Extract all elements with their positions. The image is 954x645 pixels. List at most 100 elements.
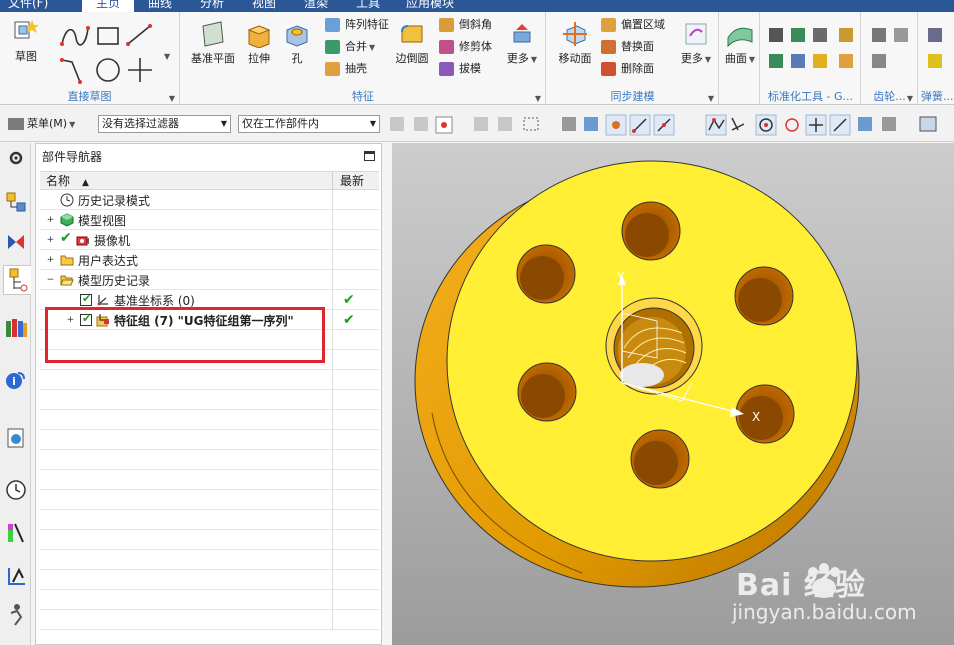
menu-tab-analysis[interactable]: 分析	[200, 0, 224, 12]
resource-history-tab[interactable]	[3, 475, 29, 505]
model-views-icon	[60, 213, 74, 227]
process-studio-icon	[8, 567, 25, 585]
sketch-more-chevron-icon[interactable]: ▼	[164, 52, 170, 61]
move-face-icon	[563, 22, 587, 46]
menu-tab-tools[interactable]: 工具	[356, 0, 380, 12]
delete-face-button[interactable]: 删除面	[601, 60, 654, 78]
sketch-curve-tools-icon[interactable]	[58, 22, 158, 88]
axis-y-label: Y	[616, 270, 625, 284]
group-label: 直接草图	[67, 90, 112, 103]
sync-more-button[interactable]: 更多 ▼	[679, 20, 713, 66]
resource-system-materials-tab[interactable]	[3, 517, 29, 547]
group-dropdown-icon[interactable]: ▼	[907, 94, 913, 103]
shell-button[interactable]: 抽壳	[325, 60, 367, 78]
check-icon: ✔	[60, 230, 72, 246]
graphics-window[interactable]: Y X	[392, 143, 954, 645]
flange-part-model[interactable]: Y X	[392, 143, 954, 645]
group-dropdown-icon[interactable]: ▼	[535, 94, 541, 103]
offset-region-label: 偏置区域	[621, 18, 665, 31]
resource-assembly-navigator-tab[interactable]	[3, 187, 29, 217]
tree-row-model-history[interactable]: − 模型历史记录	[40, 270, 379, 290]
replace-face-icon	[601, 40, 616, 54]
column-divider	[332, 230, 333, 250]
resource-process-studio-tab[interactable]	[3, 561, 29, 591]
visibility-checkbox[interactable]: ✔	[80, 292, 92, 306]
delete-face-label: 删除面	[621, 62, 654, 75]
menu-tab-file[interactable]: 文件(F)	[8, 0, 48, 12]
draft-label: 拔模	[459, 62, 481, 75]
extrude-label: 拉伸	[248, 52, 270, 65]
pattern-feature-button[interactable]: 阵列特征	[325, 16, 389, 34]
tree-row-empty	[40, 530, 379, 550]
replace-face-button[interactable]: 替换面	[601, 38, 654, 56]
collapse-icon[interactable]: −	[46, 276, 55, 285]
standard-tools-icons[interactable]	[767, 26, 857, 76]
datum-plane-button[interactable]: 基准平面	[189, 20, 237, 66]
chamfer-label: 倒斜角	[459, 18, 492, 31]
group-dropdown-icon[interactable]: ▼	[708, 94, 714, 103]
tree-row-label: 用户表达式	[78, 254, 139, 268]
tree-row-model-views[interactable]: + 模型视图	[40, 210, 379, 230]
sketch-button[interactable]: 草图	[6, 18, 46, 64]
expand-icon[interactable]: +	[46, 216, 55, 225]
hole-button[interactable]: 孔	[281, 20, 313, 66]
tree-row-history-mode[interactable]: 历史记录模式	[40, 190, 379, 210]
group-label: 特征	[352, 90, 374, 103]
column-divider	[332, 610, 333, 630]
selection-filter-select[interactable]: 没有选择过滤器 ▼	[98, 115, 231, 133]
resource-constraint-navigator-tab[interactable]	[3, 227, 29, 257]
snap-and-selection-tools[interactable]	[388, 114, 954, 136]
tree-row-empty	[40, 510, 379, 530]
offset-region-button[interactable]: 偏置区域	[601, 16, 665, 34]
column-header-latest[interactable]: 最新	[340, 172, 364, 190]
latest-check-icon: ✔	[343, 312, 355, 328]
menu-tab-view[interactable]: 视图	[252, 0, 276, 12]
selection-scope-select[interactable]: 仅在工作部件内 ▼	[238, 115, 380, 133]
unite-button[interactable]: 合并 ▼	[325, 38, 375, 56]
sketch-label: 草图	[15, 50, 37, 63]
surface-button[interactable]: 曲面 ▼	[724, 20, 756, 66]
column-divider	[332, 310, 333, 330]
menu-button[interactable]: 菜单(M) ▼	[8, 115, 75, 133]
menu-dropdown-icon: ▼	[69, 120, 76, 129]
trim-body-button[interactable]: 修剪体	[439, 38, 492, 56]
spring-tools-icons[interactable]	[925, 26, 947, 76]
chevron-down-icon: ▼	[369, 119, 376, 128]
edge-blend-button[interactable]: 边倒圆	[391, 20, 433, 66]
extrude-button[interactable]: 拉伸	[239, 20, 279, 66]
draft-button[interactable]: 拔模	[439, 60, 481, 78]
move-face-button[interactable]: 移动面	[555, 20, 595, 66]
column-divider[interactable]	[332, 172, 333, 190]
axis-x-label: X	[752, 410, 760, 424]
group-dropdown-icon[interactable]: ▼	[169, 94, 175, 103]
expand-icon[interactable]: +	[46, 256, 55, 265]
resource-part-navigator-tab[interactable]	[3, 265, 31, 295]
resource-roles-tab[interactable]	[3, 599, 29, 629]
resource-settings-tab[interactable]	[3, 143, 29, 173]
sync-more-dropdown-icon[interactable]: ▼	[705, 55, 711, 64]
highlight-annotation-box	[45, 307, 325, 363]
menu-tab-render[interactable]: 渲染	[304, 0, 328, 12]
column-header-name[interactable]: 名称 ▲	[46, 172, 89, 190]
resource-web-browser-tab[interactable]	[3, 423, 29, 453]
menu-tab-curve[interactable]: 曲线	[148, 0, 172, 12]
gear-tools-icons[interactable]	[870, 26, 912, 76]
resource-hd3d-tab[interactable]: i	[3, 365, 29, 395]
surface-dropdown-icon[interactable]: ▼	[749, 55, 755, 64]
clock-icon	[6, 480, 26, 500]
menu-tab-app-modules[interactable]: 应用模块	[406, 0, 454, 12]
tree-row-cameras[interactable]: + ✔ 摄像机	[40, 230, 379, 250]
resource-reuse-library-tab[interactable]	[3, 313, 29, 343]
menu-tab-home[interactable]: 主页	[82, 0, 134, 12]
hole-label: 孔	[291, 52, 303, 65]
maximize-icon[interactable]	[364, 151, 375, 161]
materials-icon	[8, 523, 24, 543]
unite-dropdown-icon[interactable]: ▼	[369, 43, 375, 52]
tree-row-user-expressions[interactable]: + 用户表达式	[40, 250, 379, 270]
chamfer-button[interactable]: 倒斜角	[439, 16, 492, 34]
tree-row-empty	[40, 590, 379, 610]
feature-more-dropdown-icon[interactable]: ▼	[531, 55, 537, 64]
feature-more-button[interactable]: 更多 ▼	[505, 20, 539, 66]
expand-icon[interactable]: +	[46, 236, 55, 245]
extrude-icon	[247, 25, 271, 48]
